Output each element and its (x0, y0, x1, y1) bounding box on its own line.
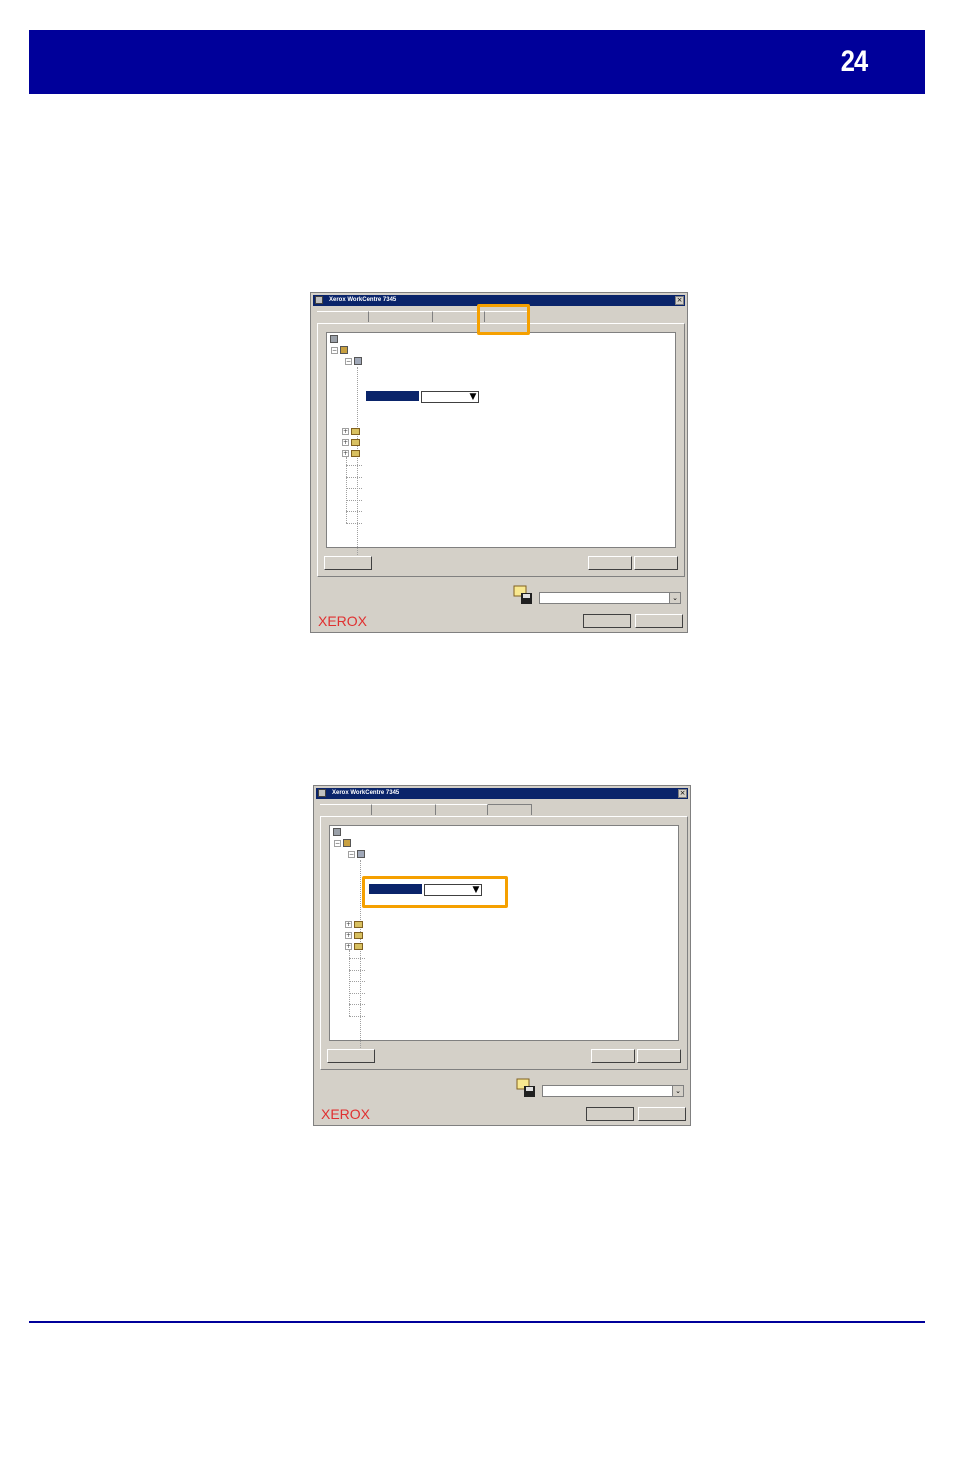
xerox-logo: XEROX (318, 613, 368, 629)
panel-button-left[interactable] (327, 1049, 375, 1063)
expand-icon[interactable]: + (345, 943, 352, 950)
ok-button[interactable] (586, 1107, 634, 1121)
tree-line (346, 477, 362, 478)
tab-panel: − − ▼ + + + (317, 323, 685, 577)
tab-2[interactable] (369, 311, 433, 322)
tree-line (346, 500, 362, 501)
settings-tree: − − ▼ + + + (326, 332, 676, 557)
tab-1[interactable] (317, 311, 369, 322)
computer-icon (333, 828, 341, 836)
tree-line (349, 1016, 365, 1017)
panel-button-right-1[interactable] (591, 1049, 635, 1063)
expand-icon[interactable]: + (342, 428, 349, 435)
highlight-dropdown (362, 876, 508, 908)
xerox-logo: XEROX (321, 1106, 371, 1122)
cancel-button[interactable] (638, 1107, 686, 1121)
tree-line (349, 981, 365, 982)
window-title: Xerox WorkCentre 7345 (329, 297, 397, 303)
dialog-screenshot-1: Xerox WorkCentre 7345 × − − ▼ + + + ⌄ XE… (310, 292, 688, 633)
collapse-icon[interactable]: − (348, 851, 355, 858)
panel-button-left[interactable] (324, 556, 372, 570)
printer-icon (343, 839, 351, 847)
collapse-icon[interactable]: − (334, 840, 341, 847)
collapse-icon[interactable]: − (331, 347, 338, 354)
panel-button-right-2[interactable] (637, 1049, 681, 1063)
tab-panel: − − ▼ + + + (320, 816, 688, 1070)
printer-icon (357, 850, 365, 858)
save-icon[interactable] (516, 1078, 536, 1098)
app-icon (318, 789, 326, 797)
title-bar: Xerox WorkCentre 7345 × (316, 788, 688, 799)
folder-icon (354, 932, 363, 939)
highlight-tab (477, 304, 530, 335)
close-icon[interactable]: × (678, 789, 687, 798)
folder-icon (351, 450, 360, 457)
saved-settings-combo[interactable]: ⌄ (542, 1085, 684, 1097)
tree-line (349, 993, 365, 994)
panel-button-right-2[interactable] (634, 556, 678, 570)
app-icon (315, 296, 323, 304)
page-number: 24 (840, 45, 868, 78)
tree-line (346, 457, 347, 523)
tab-1[interactable] (320, 804, 372, 815)
dialog-screenshot-2: Xerox WorkCentre 7345 × − − ▼ + + + ⌄ XE… (313, 785, 691, 1126)
folder-icon (354, 943, 363, 950)
settings-tree: − − ▼ + + + (329, 825, 679, 1050)
tab-strip (320, 804, 532, 816)
cancel-button[interactable] (635, 614, 683, 628)
tree-line (346, 465, 362, 466)
close-icon[interactable]: × (675, 296, 684, 305)
tree-line (349, 950, 350, 1016)
expand-icon[interactable]: + (345, 921, 352, 928)
tab-2[interactable] (372, 804, 436, 815)
expand-icon[interactable]: + (342, 439, 349, 446)
printer-icon (354, 357, 362, 365)
tree-line (346, 488, 362, 489)
dropdown[interactable]: ▼ (421, 391, 479, 403)
window-title: Xerox WorkCentre 7345 (332, 790, 400, 796)
tree-line (360, 860, 361, 1050)
expand-icon[interactable]: + (342, 450, 349, 457)
tree-line (357, 367, 358, 557)
save-icon[interactable] (513, 585, 533, 605)
chevron-down-icon[interactable]: ⌄ (669, 593, 680, 603)
tree-line (349, 958, 365, 959)
tree-line (349, 970, 365, 971)
chevron-down-icon[interactable]: ⌄ (672, 1086, 683, 1096)
collapse-icon[interactable]: − (345, 358, 352, 365)
folder-icon (351, 428, 360, 435)
panel-button-right-1[interactable] (588, 556, 632, 570)
selected-option[interactable] (366, 391, 419, 401)
header-bar: 24 (29, 30, 925, 94)
computer-icon (330, 335, 338, 343)
tree-line (349, 1004, 365, 1005)
footer-rule (29, 1321, 925, 1323)
tab-3[interactable] (436, 804, 488, 815)
folder-icon (354, 921, 363, 928)
expand-icon[interactable]: + (345, 932, 352, 939)
dropdown-arrow-icon[interactable]: ▼ (468, 392, 478, 402)
tree-line (346, 511, 362, 512)
ok-button[interactable] (583, 614, 631, 628)
tab-4[interactable] (488, 804, 532, 815)
saved-settings-combo[interactable]: ⌄ (539, 592, 681, 604)
printer-icon (340, 346, 348, 354)
tree-line (346, 523, 362, 524)
folder-icon (351, 439, 360, 446)
